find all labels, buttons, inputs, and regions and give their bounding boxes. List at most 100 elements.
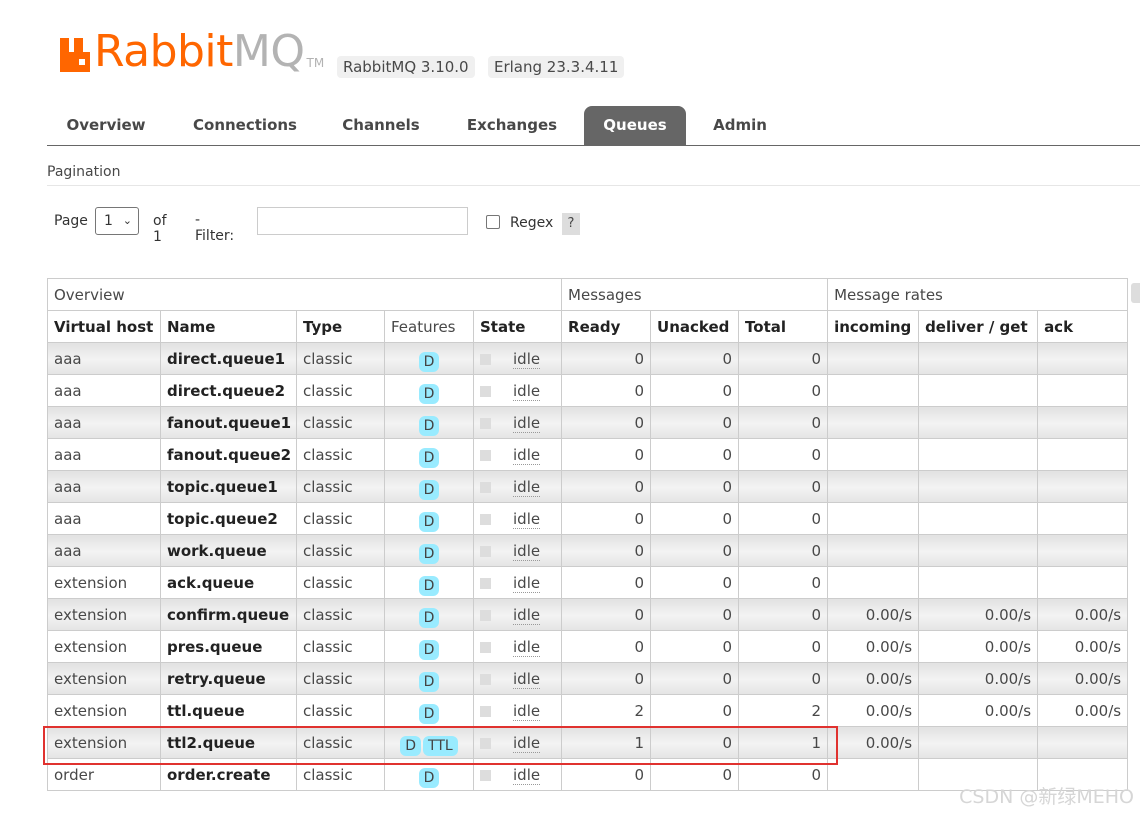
tab-queues[interactable]: Queues: [584, 106, 686, 145]
cell-features: D: [384, 406, 474, 439]
cell-type: classic: [296, 470, 385, 503]
state-text: idle: [513, 381, 541, 401]
feature-badge: D: [418, 639, 440, 660]
group-header-messages: Messages: [561, 278, 829, 311]
queue-name-link[interactable]: fanout.queue1: [160, 406, 297, 439]
tab-exchanges[interactable]: Exchanges: [452, 106, 572, 145]
col-type[interactable]: Type: [296, 310, 385, 343]
cell-unacked: 0: [650, 374, 740, 407]
state-text: idle: [513, 605, 541, 625]
feature-badge: D: [418, 383, 440, 404]
cell-type: classic: [296, 342, 385, 375]
queue-name-link[interactable]: direct.queue1: [160, 342, 297, 375]
queues-table: Overview Messages Message rates Virtual …: [46, 278, 1129, 791]
cell-incoming-rate: [827, 470, 920, 503]
state-text: idle: [513, 669, 541, 689]
state-text: idle: [513, 701, 541, 721]
queue-name-link[interactable]: work.queue: [160, 534, 297, 567]
cell-unacked: 0: [650, 534, 740, 567]
cell-features: D: [384, 662, 474, 695]
col-state[interactable]: State: [472, 310, 563, 343]
page-select-value: 1: [104, 213, 113, 229]
queue-name-link[interactable]: pres.queue: [160, 630, 297, 663]
cell-ack-rate: [1037, 534, 1129, 567]
cell-ack-rate: 0.00/s: [1037, 694, 1129, 727]
col-deliver-get[interactable]: deliver / get: [918, 310, 1039, 343]
cell-features: D: [384, 470, 474, 503]
cell-ready: 0: [561, 470, 652, 503]
cell-ack-rate: [1037, 566, 1129, 599]
erlang-version-badge: Erlang 23.3.4.11: [488, 56, 625, 78]
table-row: aaa direct.queue2 classic Didle 0 0 0: [47, 374, 1129, 407]
state-indicator-icon: [480, 609, 491, 621]
cell-incoming-rate: 0.00/s: [827, 726, 920, 759]
state-indicator-icon: [480, 449, 491, 461]
tab-connections[interactable]: Connections: [179, 106, 311, 145]
cell-incoming-rate: 0.00/s: [827, 662, 920, 695]
cell-virtual-host: extension: [47, 630, 161, 663]
tab-overview[interactable]: Overview: [47, 106, 165, 145]
queue-name-link[interactable]: ack.queue: [160, 566, 297, 599]
regex-help-button[interactable]: ?: [562, 213, 580, 235]
table-row: extension retry.queue classic Didle 0 0 0 0.00/…: [47, 662, 1129, 695]
table-row: aaa topic.queue1 classic Didle 0 0 0: [47, 470, 1129, 503]
cell-features: D: [384, 694, 474, 727]
cell-virtual-host: extension: [47, 566, 161, 599]
cell-incoming-rate: [827, 374, 920, 407]
filter-input[interactable]: [257, 207, 468, 235]
tab-channels[interactable]: Channels: [327, 106, 435, 145]
state-indicator-icon: [480, 673, 491, 685]
regex-checkbox[interactable]: [486, 215, 500, 229]
state-indicator-icon: [480, 769, 491, 781]
tab-admin[interactable]: Admin: [699, 106, 781, 145]
cell-features: D: [384, 502, 474, 535]
col-ready[interactable]: Ready: [561, 310, 652, 343]
state-indicator-icon: [480, 481, 491, 493]
cell-incoming-rate: [827, 342, 920, 375]
cell-total: 0: [738, 630, 829, 663]
col-ack[interactable]: ack: [1037, 310, 1129, 343]
page-select[interactable]: 1 ⌄: [95, 207, 139, 235]
cell-deliver-get-rate: [918, 470, 1039, 503]
cell-unacked: 0: [650, 694, 740, 727]
cell-unacked: 0: [650, 662, 740, 695]
state-text: idle: [513, 509, 541, 529]
pagination-section-title[interactable]: Pagination: [47, 157, 1140, 186]
cell-state: idle: [472, 342, 563, 375]
queue-name-link[interactable]: fanout.queue2: [160, 438, 297, 471]
col-name[interactable]: Name: [160, 310, 297, 343]
col-virtual-host[interactable]: Virtual host: [47, 310, 161, 343]
cell-ready: 0: [561, 598, 652, 631]
queue-name-link[interactable]: ttl.queue: [160, 694, 297, 727]
cell-deliver-get-rate: 0.00/s: [918, 630, 1039, 663]
cell-type: classic: [296, 374, 385, 407]
highlight-box: [43, 726, 838, 765]
queue-name-link[interactable]: topic.queue2: [160, 502, 297, 535]
cell-ack-rate: [1037, 406, 1129, 439]
cell-features: D: [384, 342, 474, 375]
cell-total: 0: [738, 374, 829, 407]
columns-toggle-button[interactable]: [1131, 283, 1140, 303]
state-text: idle: [513, 477, 541, 497]
logo-mq-text: MQ: [232, 26, 305, 77]
col-total[interactable]: Total: [738, 310, 829, 343]
group-header-message-rates: Message rates: [827, 278, 1129, 311]
page-label: Page: [54, 213, 88, 229]
cell-features: D: [384, 566, 474, 599]
col-unacked[interactable]: Unacked: [650, 310, 740, 343]
queue-name-link[interactable]: topic.queue1: [160, 470, 297, 503]
queue-name-link[interactable]: direct.queue2: [160, 374, 297, 407]
cell-total: 0: [738, 470, 829, 503]
cell-unacked: 0: [650, 406, 740, 439]
queue-name-link[interactable]: confirm.queue: [160, 598, 297, 631]
group-header-overview: Overview: [46, 278, 563, 311]
cell-state: idle: [472, 406, 563, 439]
cell-ack-rate: [1037, 470, 1129, 503]
feature-badge: D: [418, 671, 440, 692]
cell-type: classic: [296, 406, 385, 439]
cell-state: idle: [472, 438, 563, 471]
col-incoming[interactable]: incoming: [827, 310, 920, 343]
cell-total: 0: [738, 662, 829, 695]
queue-name-link[interactable]: retry.queue: [160, 662, 297, 695]
feature-badge: D: [418, 447, 440, 468]
